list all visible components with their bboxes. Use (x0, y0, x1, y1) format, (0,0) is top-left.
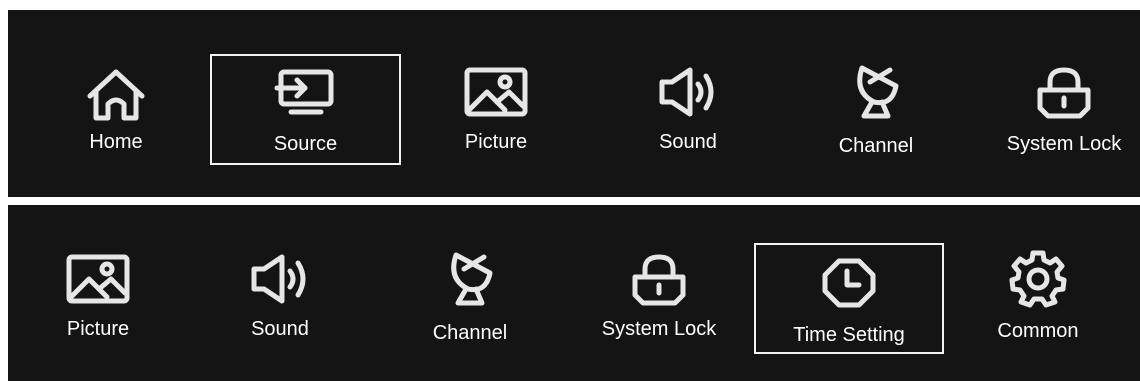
menu-item-sound[interactable]: Sound (230, 253, 330, 353)
menu-item-label: Sound (251, 318, 309, 340)
menu-item-label: System Lock (601, 318, 717, 340)
menu-item-channel[interactable]: Channel (826, 62, 926, 166)
menu-item-system-lock[interactable]: System Lock (1000, 66, 1128, 166)
home-icon (84, 66, 148, 122)
menu-item-system-lock[interactable]: System Lock (594, 253, 724, 353)
picture-icon (65, 253, 131, 305)
menu-item-sound[interactable]: Sound (638, 66, 738, 166)
menu-item-common[interactable]: Common (988, 250, 1088, 353)
menu-item-label: Time Setting (793, 324, 905, 346)
menu-item-picture[interactable]: Picture (48, 253, 148, 353)
menu-item-source[interactable]: Source (210, 54, 401, 165)
source-icon (274, 68, 337, 118)
satellite-dish-icon (848, 62, 904, 122)
menu-bar-bottom: Picture Sound Channel System Lock Time S… (8, 205, 1140, 381)
menu-item-channel[interactable]: Channel (420, 249, 520, 353)
menu-item-label: Sound (659, 131, 717, 153)
menu-item-label: Source (273, 133, 338, 155)
menu-item-label: Common (997, 320, 1079, 342)
picture-icon (463, 66, 529, 118)
menu-item-label: Home (89, 131, 143, 153)
menu-item-picture[interactable]: Picture (446, 66, 546, 166)
menu-item-label: Picture (464, 131, 528, 153)
lock-icon (1034, 66, 1094, 120)
clock-icon (821, 257, 877, 309)
gear-icon (1009, 250, 1067, 308)
menu-item-label: Picture (66, 318, 130, 340)
sound-icon (248, 253, 312, 305)
menu-item-label: Channel (838, 135, 914, 157)
menu-item-home[interactable]: Home (70, 66, 162, 166)
lock-icon (629, 253, 689, 307)
menu-item-label: Channel (432, 322, 508, 344)
menu-bar-top: Home Source Picture Sound Channel System… (8, 10, 1140, 197)
menu-item-label: System Lock (1006, 133, 1122, 155)
satellite-dish-icon (442, 249, 498, 309)
menu-item-time-setting[interactable]: Time Setting (754, 243, 944, 354)
sound-icon (656, 66, 720, 118)
